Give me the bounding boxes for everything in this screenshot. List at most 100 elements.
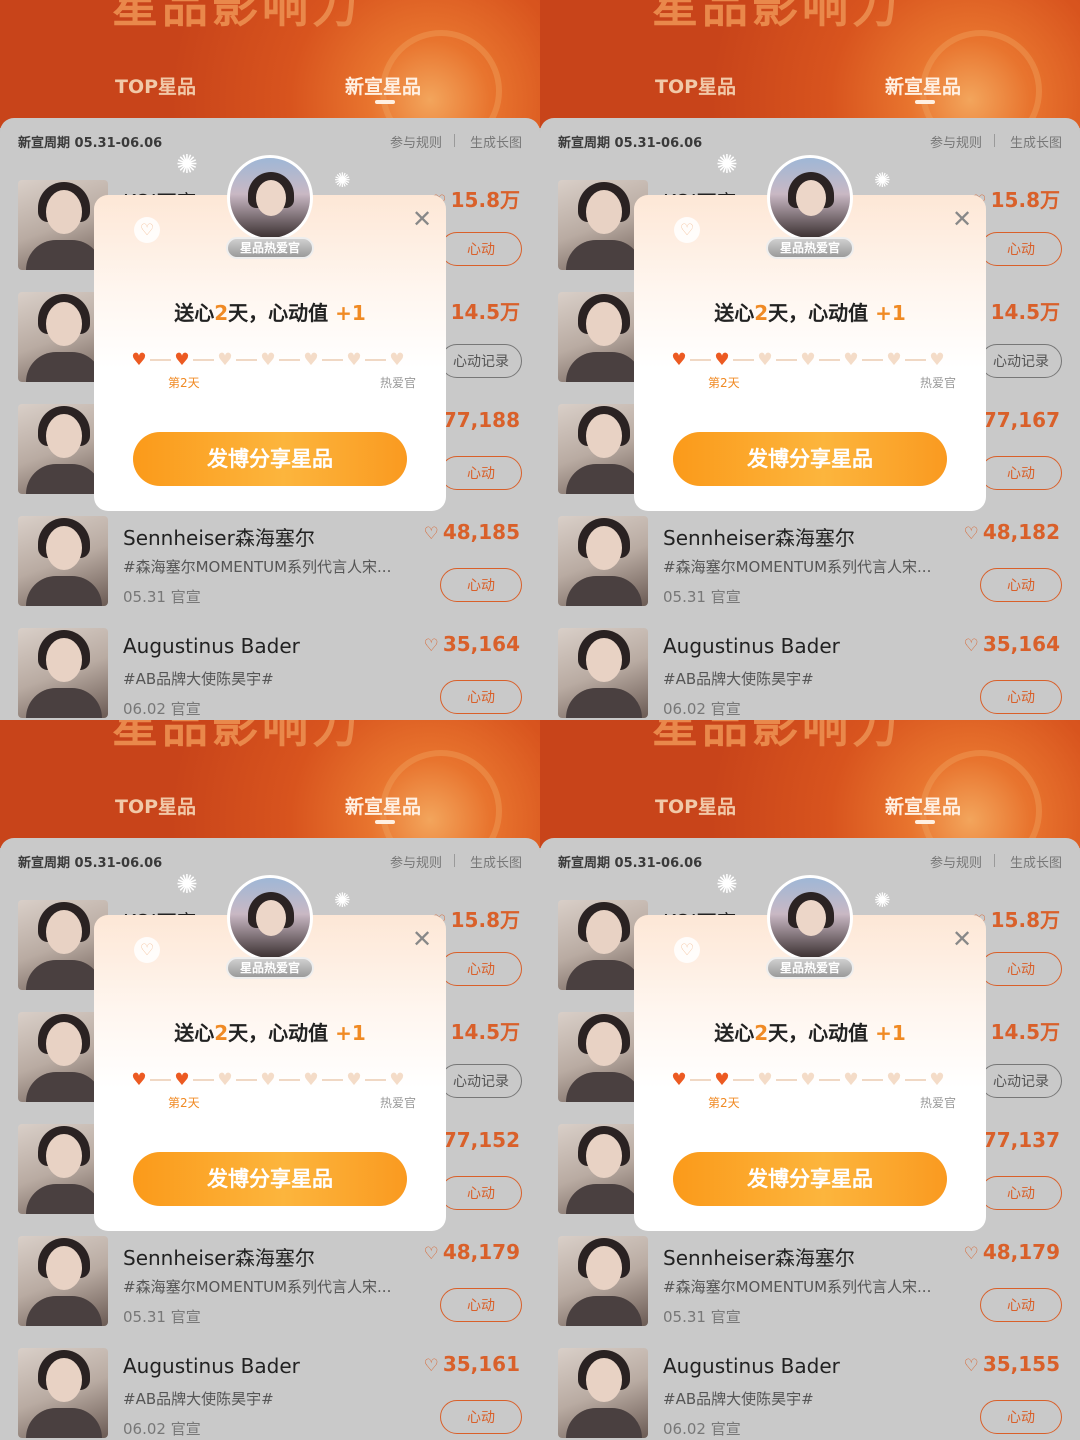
progress-track: ♥ ♥ ♥ ♥ ♥ ♥ ♥ — [670, 1070, 950, 1090]
tab-new-products[interactable]: 新宣星品 — [885, 72, 961, 99]
progress-heart-icon: ♥ — [886, 1070, 902, 1090]
tab-top-products[interactable]: TOP星品 — [655, 792, 736, 819]
product-thumbnail[interactable] — [18, 1236, 108, 1326]
sparkle-icon: ✺ — [716, 150, 738, 180]
rules-link[interactable]: 参与规则 — [930, 852, 982, 871]
heart-button[interactable]: 心动 — [440, 1176, 522, 1210]
list-item: Augustinus Bader #AB品牌大使陈昊宇# 06.02 官宣 ♡ 35,1… — [0, 628, 540, 720]
heart-icon: ♡ — [963, 1356, 979, 1376]
heart-button[interactable]: 心动 — [980, 456, 1062, 490]
heart-value: 35,155 — [982, 1352, 1060, 1376]
heart-button[interactable]: 心动 — [980, 952, 1062, 986]
progress-heart-icon: ♥ — [843, 350, 859, 370]
progress-end-label: 热爱官 — [920, 1096, 957, 1110]
long-image-link[interactable]: 生成长图 — [1010, 132, 1062, 151]
heart-icon: ♡ — [423, 636, 439, 656]
fan-badge: 星品热爱官 — [766, 957, 854, 979]
heart-button[interactable]: 心动 — [440, 680, 522, 714]
progress-heart-icon: ♥ — [346, 1070, 362, 1090]
share-button[interactable]: 发博分享星品 — [133, 432, 407, 486]
long-image-link[interactable]: 生成长图 — [470, 852, 522, 871]
app-screen: 星品影响力 TOP星品 新宣星品 新宣周期 05.31-06.06 参与规则 生… — [0, 0, 540, 720]
product-thumbnail[interactable] — [558, 628, 648, 718]
title-plus: +1 — [875, 301, 906, 325]
heart-value: 35,164 — [982, 632, 1060, 656]
thumb-face — [586, 526, 622, 570]
long-image-link[interactable]: 生成长图 — [470, 132, 522, 151]
heart-button[interactable]: 心动 — [980, 232, 1062, 266]
divider — [994, 854, 995, 867]
active-tab-indicator — [915, 100, 935, 104]
title-plus: +1 — [335, 301, 366, 325]
tab-new-products[interactable]: 新宣星品 — [345, 72, 421, 99]
close-icon[interactable]: ✕ — [412, 205, 432, 233]
close-icon[interactable]: ✕ — [952, 925, 972, 953]
thumb-body — [26, 464, 102, 494]
product-thumbnail[interactable] — [18, 1348, 108, 1438]
tab-top-products[interactable]: TOP星品 — [655, 72, 736, 99]
heart-button[interactable]: 心动记录 — [980, 344, 1062, 378]
heart-button[interactable]: 心动 — [980, 568, 1062, 602]
product-thumbnail[interactable] — [558, 516, 648, 606]
heart-button[interactable]: 心动记录 — [440, 1064, 522, 1098]
product-desc: #森海塞尔MOMENTUM系列代言人宋... — [663, 558, 932, 576]
heart-button[interactable]: 心动 — [980, 680, 1062, 714]
sparkle-icon: ✺ — [176, 150, 198, 180]
progress-connector — [905, 359, 926, 361]
share-button[interactable]: 发博分享星品 — [133, 1152, 407, 1206]
heart-button[interactable]: 心动 — [440, 1288, 522, 1322]
heart-button[interactable]: 心动 — [980, 1288, 1062, 1322]
close-icon[interactable]: ✕ — [412, 925, 432, 953]
tab-new-products[interactable]: 新宣星品 — [345, 792, 421, 819]
avatar-face — [796, 180, 826, 216]
heart-button[interactable]: 心动 — [440, 952, 522, 986]
heart-value: 77,167 — [982, 408, 1060, 432]
progress-connector — [776, 1079, 797, 1081]
heart-value: 15.8万 — [450, 188, 520, 212]
heart-button[interactable]: 心动 — [440, 568, 522, 602]
progress-connector — [365, 359, 386, 361]
rules-link[interactable]: 参与规则 — [930, 132, 982, 151]
progress-heart-icon: ♥ — [217, 1070, 233, 1090]
product-thumbnail[interactable] — [18, 628, 108, 718]
heart-button[interactable]: 心动 — [440, 1400, 522, 1434]
share-button[interactable]: 发博分享星品 — [673, 1152, 947, 1206]
product-thumbnail[interactable] — [18, 516, 108, 606]
product-thumbnail[interactable] — [558, 1348, 648, 1438]
heart-button[interactable]: 心动记录 — [980, 1064, 1062, 1098]
progress-start-label: 第2天 — [708, 1096, 740, 1110]
avatar — [767, 155, 853, 241]
heart-button[interactable]: 心动 — [980, 1400, 1062, 1434]
announce-date: 05.31 官宣 — [123, 588, 201, 606]
thumb-face — [586, 638, 622, 682]
share-button[interactable]: 发博分享星品 — [673, 432, 947, 486]
tab-top-products[interactable]: TOP星品 — [115, 72, 196, 99]
thumb-body — [26, 576, 102, 606]
product-name: Augustinus Bader — [663, 1354, 840, 1378]
announce-date: 05.31 官宣 — [663, 1308, 741, 1326]
heart-button[interactable]: 心动记录 — [440, 344, 522, 378]
progress-connector — [236, 359, 257, 361]
heart-button[interactable]: 心动 — [980, 1176, 1062, 1210]
page-header: 星品影响力 TOP星品 新宣星品 — [0, 720, 540, 848]
progress-heart-icon: ♥ — [929, 350, 945, 370]
long-image-link[interactable]: 生成长图 — [1010, 852, 1062, 871]
close-icon[interactable]: ✕ — [952, 205, 972, 233]
rules-link[interactable]: 参与规则 — [390, 132, 442, 151]
banner-title: 星品影响力 — [112, 0, 362, 33]
heart-button[interactable]: 心动 — [440, 232, 522, 266]
product-thumbnail[interactable] — [558, 1236, 648, 1326]
heart-count: ♡ 35,161 — [424, 1352, 520, 1376]
thumb-body — [26, 1296, 102, 1326]
heart-count: ♡ 48,185 — [424, 520, 520, 544]
heart-button[interactable]: 心动 — [440, 456, 522, 490]
thumb-body — [566, 688, 642, 718]
tab-new-products[interactable]: 新宣星品 — [885, 792, 961, 819]
heart-count: ♡ 35,164 — [424, 632, 520, 656]
rules-link[interactable]: 参与规则 — [390, 852, 442, 871]
heart-value: 48,179 — [442, 1240, 520, 1264]
product-desc: #AB品牌大使陈昊宇# — [663, 670, 814, 688]
popup-title: 送心2天，心动值 +1 — [540, 297, 1080, 326]
product-desc: #森海塞尔MOMENTUM系列代言人宋... — [123, 558, 392, 576]
tab-top-products[interactable]: TOP星品 — [115, 792, 196, 819]
